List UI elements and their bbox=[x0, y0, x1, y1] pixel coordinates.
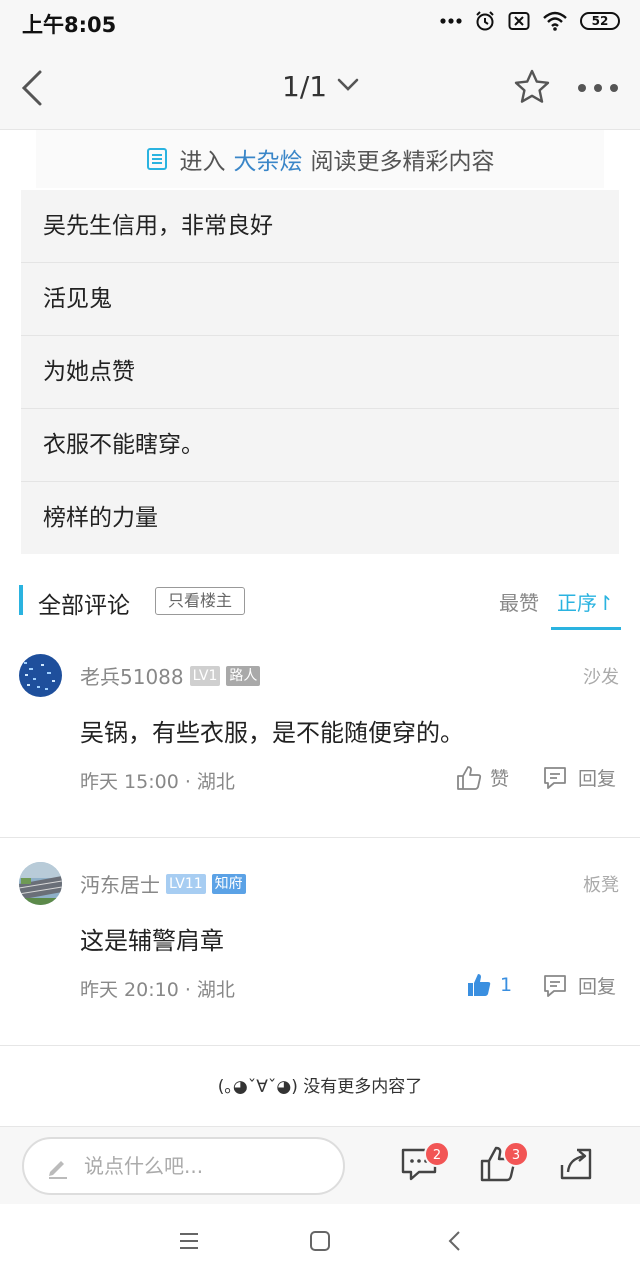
section-marker bbox=[19, 585, 23, 615]
dots-icon bbox=[440, 18, 462, 24]
reply-label: 回复 bbox=[578, 976, 617, 998]
star-icon[interactable] bbox=[513, 68, 551, 106]
like-badge: 3 bbox=[503, 1141, 529, 1167]
comments-title: 全部评论 bbox=[38, 593, 130, 619]
username[interactable]: 老兵51088 bbox=[80, 661, 184, 690]
list-item[interactable]: 活见鬼 bbox=[21, 263, 619, 336]
avatar[interactable] bbox=[19, 654, 62, 697]
pencil-icon bbox=[49, 1161, 67, 1179]
related-list: 吴先生信用，非常良好 活见鬼 为她点赞 衣服不能瞎穿。 榜样的力量 bbox=[21, 190, 619, 554]
status-bar: 上午8:05 52 bbox=[0, 0, 640, 44]
avatar[interactable] bbox=[19, 862, 62, 905]
reply-label: 回复 bbox=[578, 768, 617, 790]
no-more-text: (｡◕ˇ∀ˇ◕) 没有更多内容了 bbox=[217, 1077, 423, 1097]
document-icon bbox=[146, 148, 167, 170]
page-indicator[interactable]: 1/1 bbox=[282, 70, 327, 103]
owner-only-button[interactable]: 只看楼主 bbox=[155, 587, 245, 615]
list-item[interactable]: 为她点赞 bbox=[21, 336, 619, 409]
divider bbox=[0, 1045, 640, 1046]
sim-off-icon bbox=[508, 12, 530, 30]
reply-icon bbox=[544, 974, 566, 997]
comment-input-box[interactable] bbox=[22, 1137, 345, 1195]
thumb-up-icon bbox=[457, 765, 482, 790]
like-count: 1 bbox=[500, 974, 513, 996]
back-nav-icon[interactable] bbox=[445, 1230, 467, 1252]
comment-meta: 昨天 15:00 · 湖北 bbox=[80, 771, 235, 793]
comment-item: 沔东居士 LV11 知府 板凳 这是辅警肩章 昨天 20:10 · 湖北 1 回… bbox=[0, 838, 640, 1045]
sort-order-tab[interactable]: 正序↾ bbox=[557, 587, 614, 616]
title-badge: 路人 bbox=[226, 665, 261, 686]
status-time: 上午8:05 bbox=[22, 13, 117, 37]
promo-suffix: 阅读更多精彩内容 bbox=[310, 149, 495, 175]
floor-label: 沙发 bbox=[583, 667, 619, 688]
username[interactable]: 沔东居士 bbox=[80, 869, 160, 898]
comment-meta: 昨天 20:10 · 湖北 bbox=[80, 979, 235, 1001]
alarm-icon bbox=[476, 11, 494, 31]
list-item[interactable]: 衣服不能瞎穿。 bbox=[21, 409, 619, 482]
status-icons: 52 bbox=[440, 10, 620, 32]
more-icon[interactable] bbox=[578, 84, 618, 92]
sort-hot-tab[interactable]: 最赞 bbox=[499, 587, 539, 616]
promo-banner[interactable]: 进入 大杂烩 阅读更多精彩内容 bbox=[36, 130, 604, 188]
floor-label: 板凳 bbox=[583, 875, 619, 896]
comments-header: 全部评论 只看楼主 最赞 正序↾ bbox=[0, 578, 640, 632]
like-button[interactable]: 赞 bbox=[456, 764, 509, 791]
chevron-down-icon[interactable] bbox=[337, 78, 359, 92]
reply-button[interactable]: 回复 bbox=[542, 764, 616, 791]
nav-bar: 1/1 bbox=[0, 44, 640, 130]
title-badge: 知府 bbox=[211, 873, 246, 894]
comment-text: 吴锅，有些衣服，是不能随便穿的。 bbox=[80, 719, 464, 747]
like-label: 赞 bbox=[490, 768, 510, 790]
comment-user-row: 老兵51088 LV1 路人 bbox=[80, 661, 261, 690]
back-icon[interactable] bbox=[18, 68, 48, 108]
system-nav-bar bbox=[0, 1204, 640, 1280]
home-icon[interactable] bbox=[309, 1230, 331, 1252]
comment-item: 老兵51088 LV1 路人 沙发 吴锅，有些衣服，是不能随便穿的。 昨天 15… bbox=[0, 632, 640, 837]
active-tab-underline bbox=[551, 627, 621, 630]
reply-button[interactable]: 回复 bbox=[542, 972, 616, 999]
level-badge: LV11 bbox=[166, 873, 206, 894]
menu-icon[interactable] bbox=[178, 1230, 200, 1252]
comment-input[interactable] bbox=[84, 1151, 324, 1181]
list-item[interactable]: 榜样的力量 bbox=[21, 482, 619, 554]
thumb-up-filled-icon bbox=[468, 974, 491, 996]
promo-link[interactable]: 大杂烩 bbox=[234, 142, 303, 176]
like-button[interactable]: 1 bbox=[466, 972, 512, 998]
share-icon[interactable] bbox=[557, 1145, 595, 1183]
list-item[interactable]: 吴先生信用，非常良好 bbox=[21, 190, 619, 263]
reply-icon bbox=[544, 766, 566, 789]
wifi-icon bbox=[543, 11, 567, 31]
battery-icon: 52 bbox=[580, 12, 620, 30]
promo-prefix: 进入 bbox=[179, 149, 226, 175]
comment-badge: 2 bbox=[424, 1141, 450, 1167]
comment-text: 这是辅警肩章 bbox=[80, 927, 224, 955]
bottom-bar: 2 3 bbox=[0, 1126, 640, 1204]
comment-user-row: 沔东居士 LV11 知府 bbox=[80, 869, 246, 898]
level-badge: LV1 bbox=[189, 665, 221, 686]
